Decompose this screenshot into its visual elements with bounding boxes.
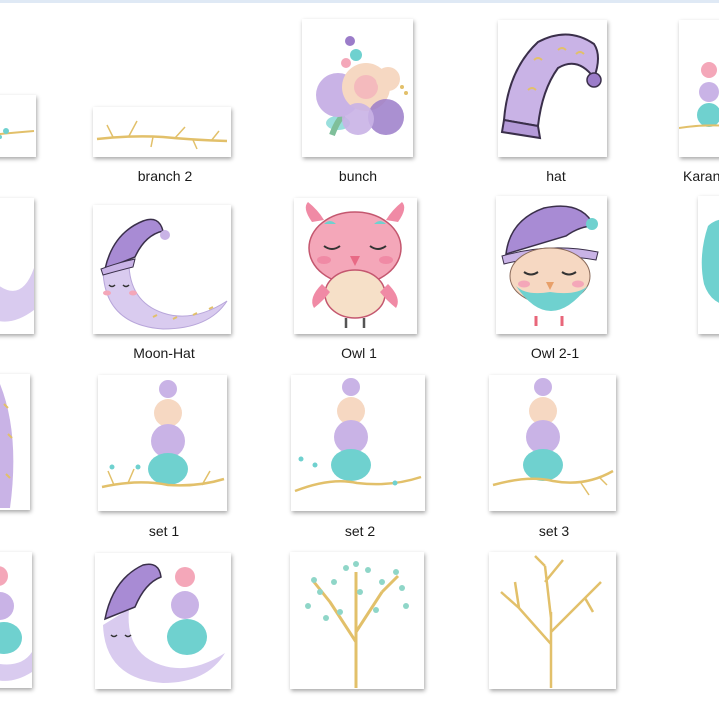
branch-image: [0, 128, 35, 139]
set-image: [101, 380, 225, 489]
thumbnail-partial-left-row3[interactable]: [0, 374, 30, 510]
moon-hat-image: [100, 218, 228, 330]
file-label[interactable]: branch 2: [93, 168, 237, 184]
thumbnail-tree-bare[interactable]: [489, 552, 616, 689]
moon-image: [0, 384, 14, 508]
thumbnail-partial-left-row1[interactable]: [0, 95, 36, 157]
file-label[interactable]: Owl 1: [294, 345, 424, 361]
tree-image: [500, 555, 602, 688]
moon-image: [0, 268, 34, 322]
thumbnail-branch-2[interactable]: [93, 107, 231, 157]
file-label[interactable]: Owl 2-1: [496, 345, 614, 361]
thumbnail-moon-hat[interactable]: [93, 205, 231, 334]
thumbnail-partial-left-row2[interactable]: [0, 198, 34, 334]
thumbnail-hat[interactable]: [498, 20, 607, 157]
thumbnail-set-2[interactable]: [291, 375, 425, 511]
file-label[interactable]: set 3: [489, 523, 619, 539]
owl-image: [501, 205, 599, 326]
owl-image: [305, 202, 405, 328]
file-label[interactable]: bunch: [300, 168, 416, 184]
thumbnail-owl-1[interactable]: [294, 198, 417, 334]
thumbnail-partial-right-row2[interactable]: [698, 196, 719, 334]
thumbnail-set-1[interactable]: [98, 375, 227, 511]
file-label[interactable]: hat: [500, 168, 612, 184]
thumbnail-owl-2-1[interactable]: [496, 196, 607, 334]
file-label[interactable]: Moon-Hat: [93, 345, 235, 361]
thumbnail-tree-leaves[interactable]: [290, 552, 424, 689]
flower-bunch-image: [316, 36, 408, 137]
file-label[interactable]: Karan: [683, 168, 719, 184]
set-image: [492, 378, 614, 496]
set-image: [294, 378, 422, 493]
owl-image: [701, 219, 719, 303]
branch-image: [96, 120, 228, 150]
thumbnail-set-3[interactable]: [489, 375, 616, 511]
thumbnail-karan[interactable]: [679, 20, 719, 157]
window-top-border: [0, 0, 719, 3]
hat-image: [500, 33, 602, 140]
tree-image: [305, 561, 409, 688]
set-image: [0, 566, 32, 681]
thumbnail-partial-left-row4[interactable]: [0, 552, 32, 688]
file-label[interactable]: set 2: [291, 523, 429, 539]
file-label[interactable]: set 1: [98, 523, 230, 539]
moon-set-image: [103, 563, 225, 683]
set-image: [679, 62, 719, 129]
thumbnail-moon-set[interactable]: [95, 553, 231, 689]
thumbnail-bunch[interactable]: [302, 19, 413, 157]
